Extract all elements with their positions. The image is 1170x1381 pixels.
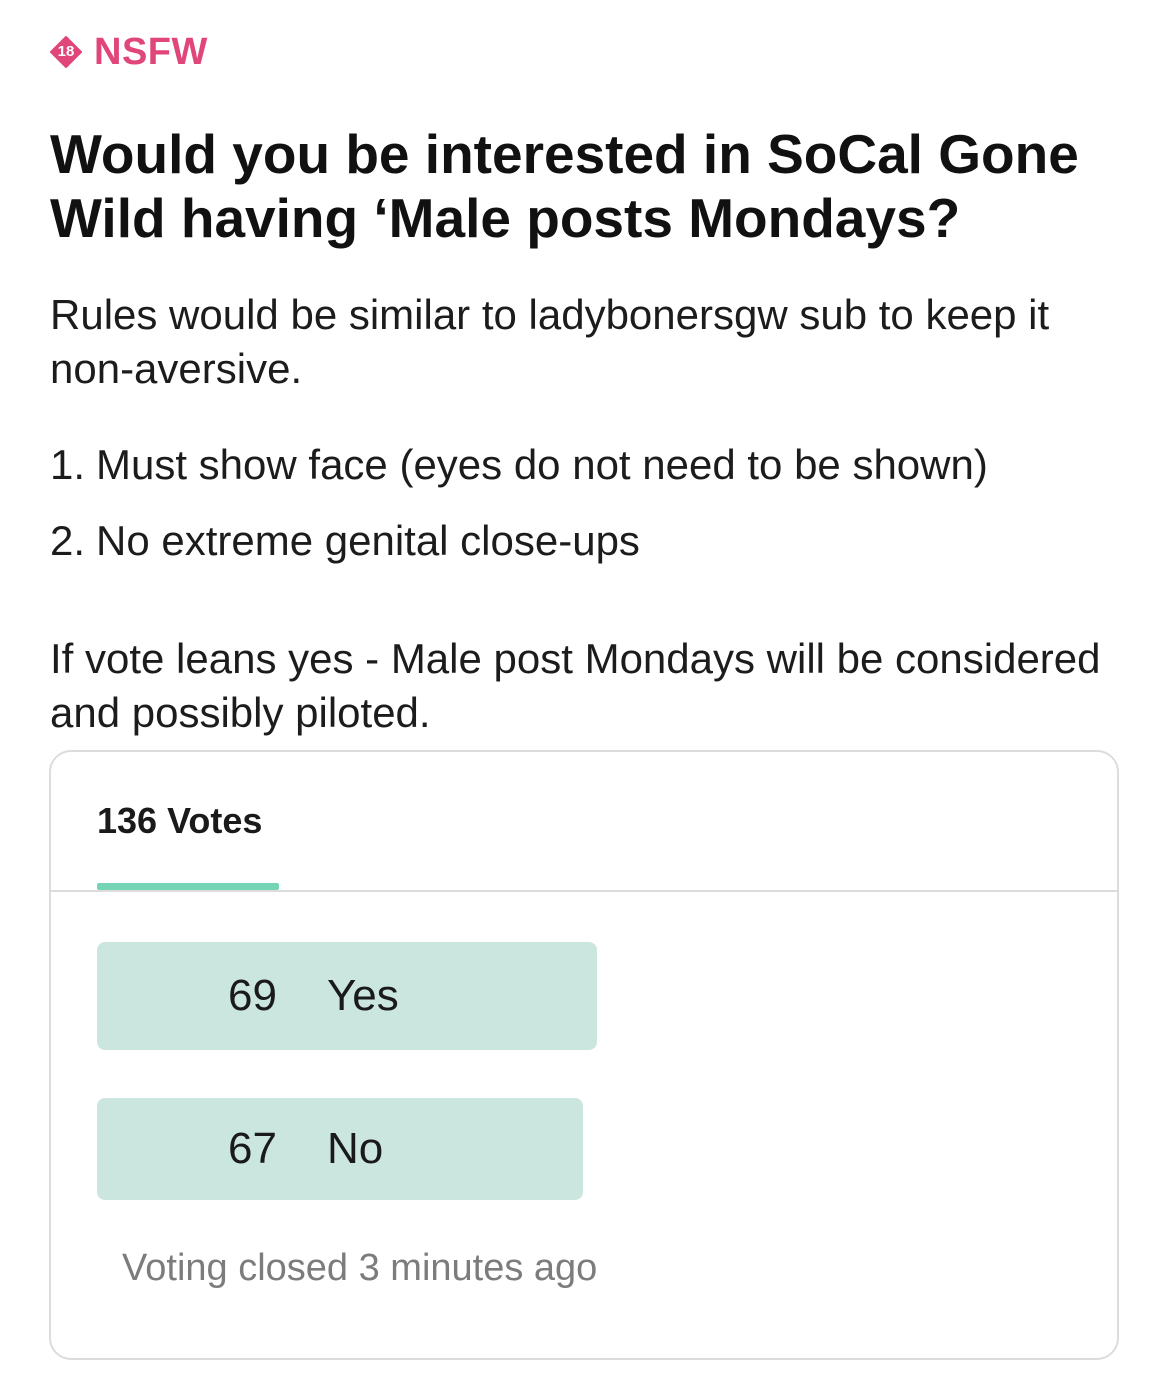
poll-header: 136 Votes — [51, 752, 1117, 892]
post-outcome-text: If vote leans yes - Male post Mondays wi… — [50, 635, 1101, 736]
rule-item: 2. No extreme genital close-ups — [50, 514, 1122, 568]
poll-option-label: Yes — [327, 971, 399, 1020]
poll-vote-count: 136 Votes — [97, 800, 263, 841]
rule-number: 1. — [50, 441, 86, 488]
rules-list: 1. Must show face (eyes do not need to b… — [50, 438, 1122, 568]
poll-card: 136 Votes 69 Yes 67 No Voting closed 3 m… — [49, 750, 1119, 1360]
poll-status: Voting closed 3 minutes ago — [122, 1247, 598, 1289]
eighteen-plus-badge-icon: 18 — [50, 36, 82, 68]
rule-text: No extreme genital close-ups — [96, 517, 640, 564]
poll-results: 69 Yes 67 No Voting closed 3 minutes ago — [51, 892, 1117, 1358]
poll-option-count: 69 — [228, 971, 277, 1020]
rule-item: 1. Must show face (eyes do not need to b… — [50, 438, 1122, 492]
post-title[interactable]: Would you be interested in SoCal Gone Wi… — [50, 122, 1122, 250]
nsfw-label: NSFW — [94, 30, 208, 73]
nsfw-badge-number: 18 — [57, 43, 75, 60]
poll-option-yes: 69 Yes — [97, 942, 597, 1050]
poll-tab-underline — [97, 883, 279, 890]
nsfw-tag: 18 NSFW — [50, 30, 1122, 74]
poll-option-count: 67 — [228, 1124, 277, 1173]
rule-number: 2. — [50, 517, 86, 564]
rule-text: Must show face (eyes do not need to be s… — [96, 441, 988, 488]
poll-option-no: 67 No — [97, 1098, 583, 1200]
post-intro-text: Rules would be similar to ladybonersgw s… — [50, 291, 1050, 392]
post: 18 NSFW Would you be interested in SoCal… — [50, 30, 1122, 740]
poll-option-label: No — [327, 1124, 384, 1173]
